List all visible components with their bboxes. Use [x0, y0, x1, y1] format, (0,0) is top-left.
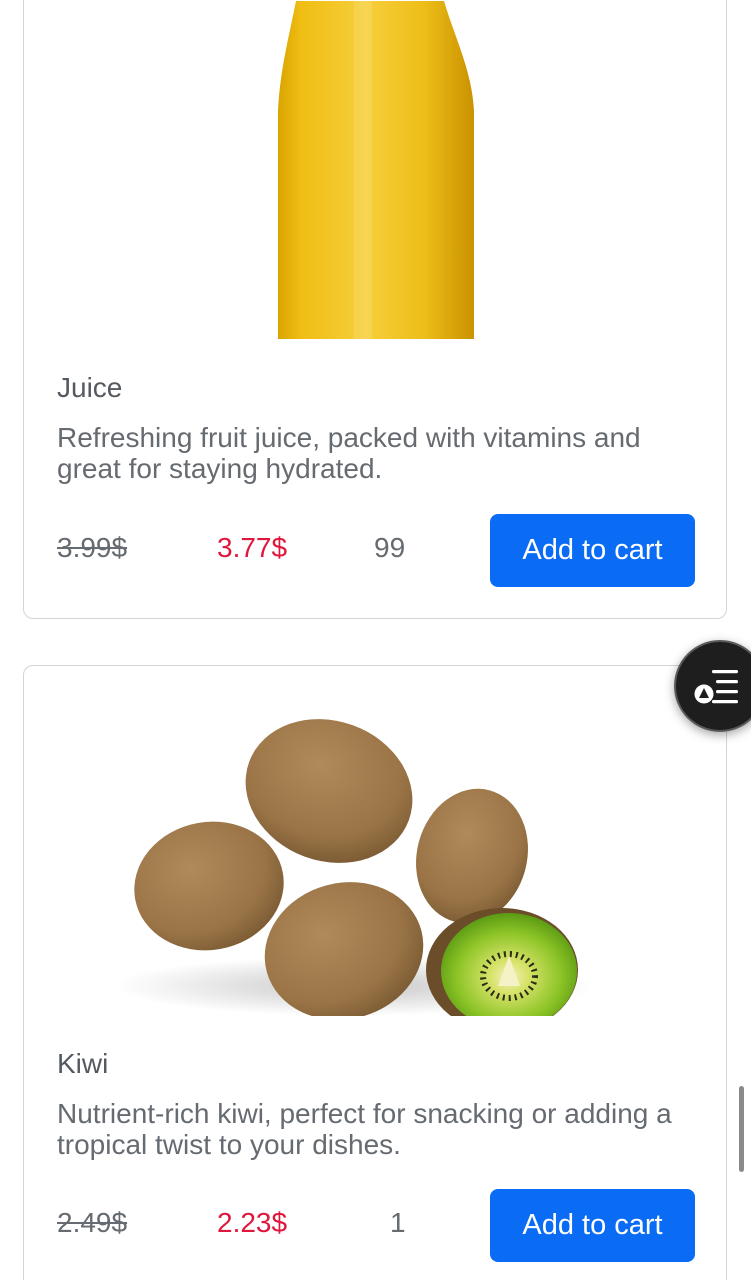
kiwi-fruit-image: [114, 719, 594, 1016]
stock-quantity: 99: [374, 532, 406, 563]
sale-price: 3.77$: [217, 532, 288, 563]
product-card: Kiwi Nutrient-rich kiwi, perfect for sna…: [23, 665, 727, 1280]
sale-price: 2.23$: [217, 1207, 288, 1238]
product-list-page: Juice Refreshing fruit juice, packed wit…: [0, 0, 751, 1280]
product-description: Nutrient-rich kiwi, perfect for snacking…: [57, 1098, 672, 1160]
product-title: Juice: [57, 372, 123, 403]
product-title: Kiwi: [57, 1048, 109, 1079]
product-description: Refreshing fruit juice, packed with vita…: [57, 422, 641, 484]
product-actions-row: 2.49$ 2.23$ 1 Add to cart: [24, 1189, 726, 1263]
add-to-cart-button[interactable]: Add to cart: [490, 1189, 695, 1262]
original-price: 2.49$: [57, 1207, 128, 1238]
product-image: [24, 1, 726, 339]
stock-quantity: 1: [390, 1207, 406, 1238]
list-filter-icon: [694, 670, 738, 704]
product-image: [24, 686, 726, 1016]
juice-bottle-image: [278, 1, 474, 339]
product-card: Juice Refreshing fruit juice, packed wit…: [23, 0, 727, 619]
product-actions-row: 3.99$ 3.77$ 99 Add to cart: [24, 514, 726, 588]
original-price: 3.99$: [57, 532, 128, 563]
add-to-cart-button[interactable]: Add to cart: [490, 514, 695, 587]
scrollbar[interactable]: [739, 1086, 744, 1172]
